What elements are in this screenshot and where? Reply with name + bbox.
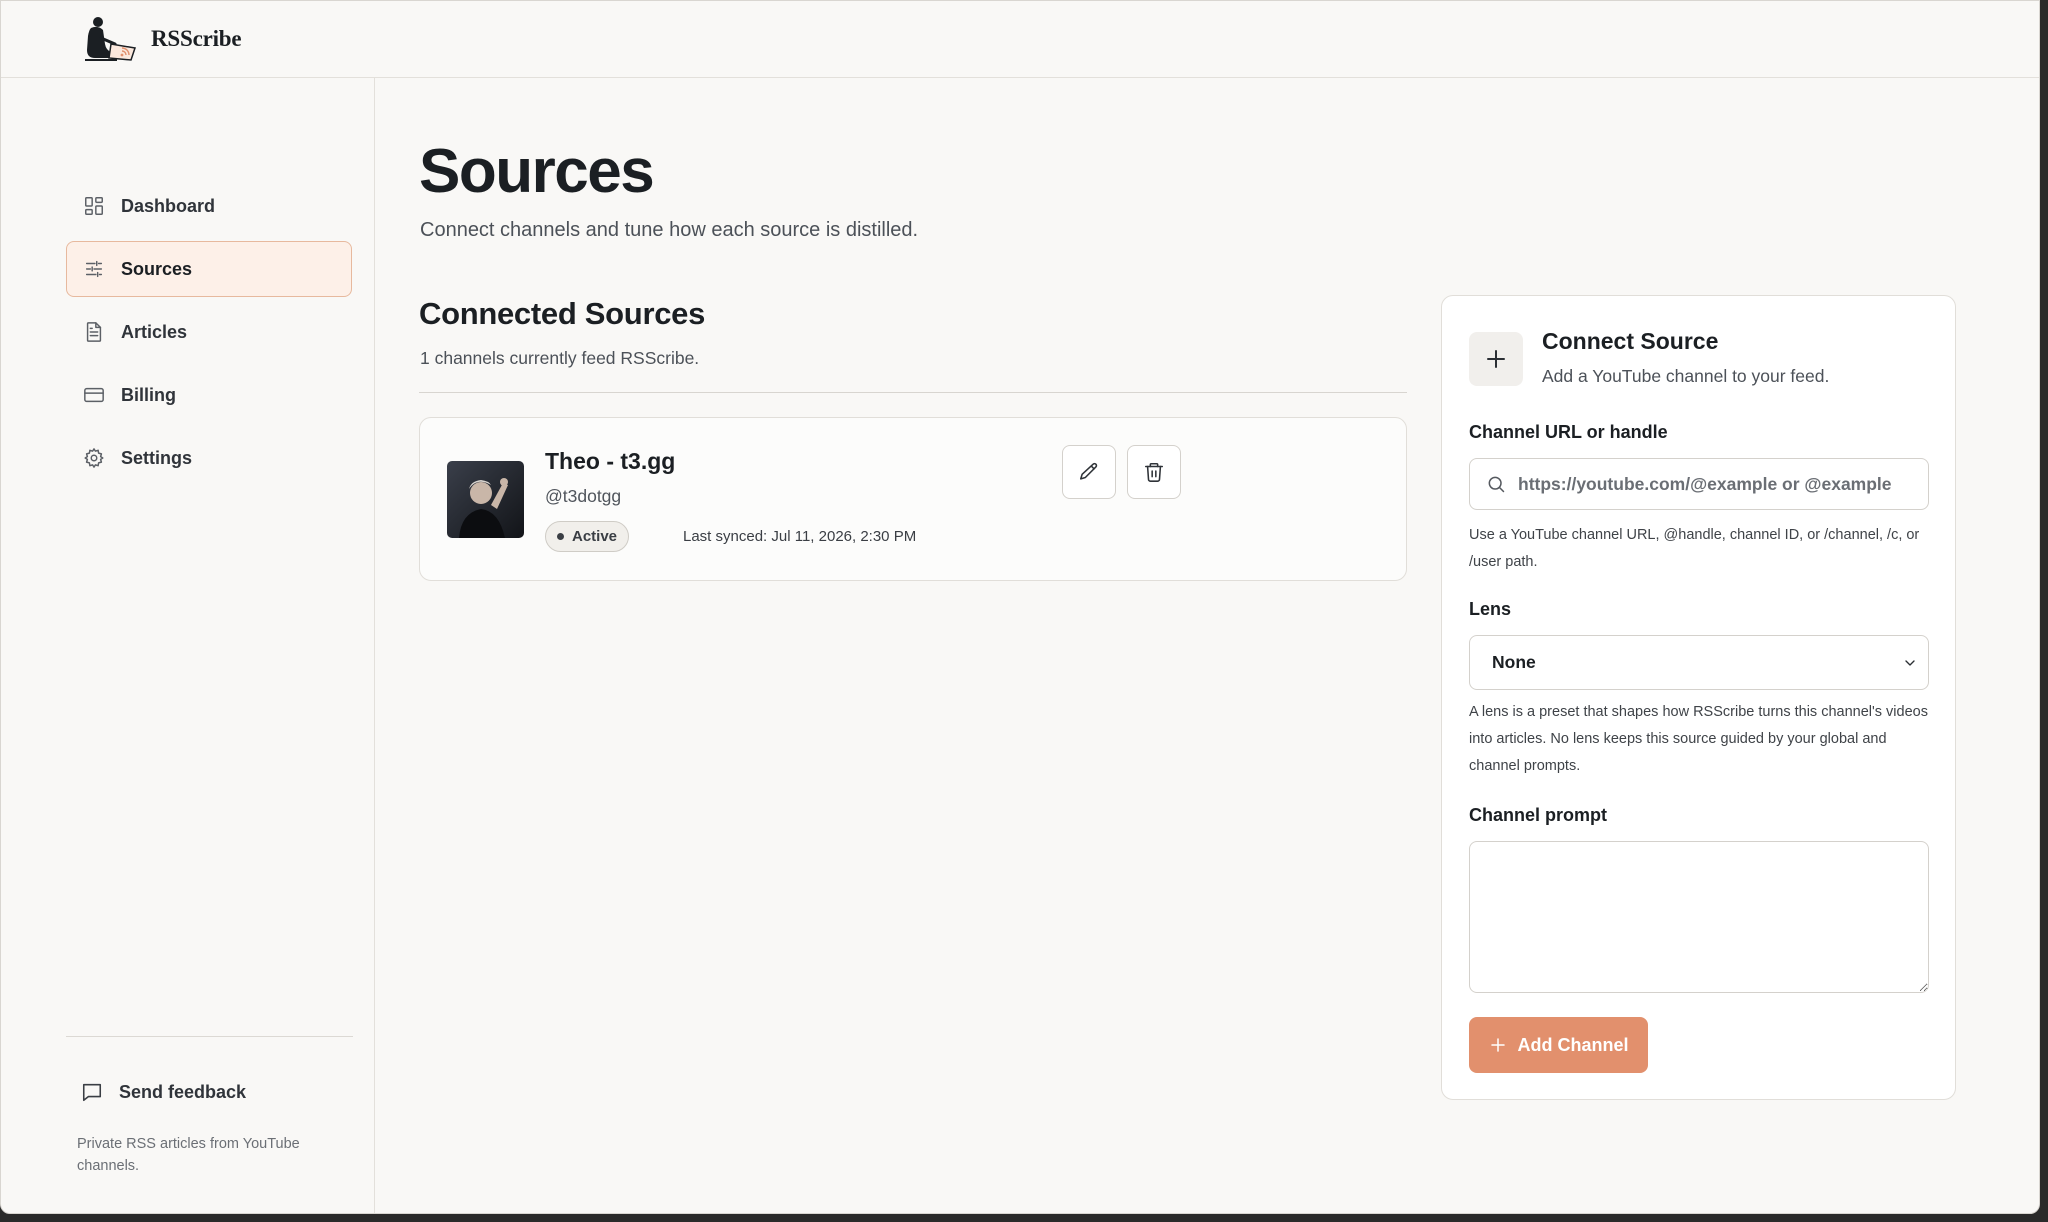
section-divider — [419, 392, 1407, 393]
panel-title: Connect Source — [1542, 328, 1719, 354]
app-window: RSScribe Dashboard Sources Articles Bill… — [0, 0, 2040, 1214]
channel-name[interactable]: Theo - t3.gg — [545, 448, 675, 475]
sidebar-item-dashboard[interactable]: Dashboard — [66, 178, 352, 234]
chevron-down-icon — [1905, 659, 1915, 666]
channel-handle: @t3dotgg — [545, 486, 622, 506]
lens-label: Lens — [1469, 599, 1512, 619]
lens-select[interactable]: None — [1469, 635, 1929, 690]
sidebar-item-articles[interactable]: Articles — [66, 304, 352, 360]
last-synced: Last synced: Jul 11, 2026, 2:30 PM — [683, 528, 917, 545]
sidebar-footer-note: Private RSS articles from YouTube channe… — [77, 1136, 300, 1174]
plus-icon — [1490, 1038, 1505, 1052]
document-icon — [86, 322, 102, 342]
send-feedback-button[interactable]: Send feedback — [81, 1081, 246, 1103]
page-subtitle: Connect channels and tune how each sourc… — [420, 219, 919, 241]
edit-source-button[interactable] — [1062, 445, 1116, 499]
lens-selected-value: None — [1492, 652, 1536, 672]
sidebar-item-label: Articles — [121, 321, 188, 342]
connect-source-panel: Connect Source Add a YouTube channel to … — [1441, 295, 1956, 1100]
sidebar-divider — [66, 1036, 353, 1037]
lens-help: A lens is a preset that shapes how RSScr… — [1469, 704, 1928, 774]
add-channel-button[interactable]: Add Channel — [1469, 1017, 1648, 1073]
sidebar-item-settings[interactable]: Settings — [66, 430, 352, 486]
delete-source-button[interactable] — [1127, 445, 1181, 499]
send-feedback-label: Send feedback — [119, 1081, 247, 1102]
channel-avatar — [447, 461, 524, 538]
panel-subtitle: Add a YouTube channel to your feed. — [1542, 366, 1830, 386]
source-card: Theo - t3.gg @t3dotgg Active Last synced… — [419, 417, 1407, 581]
sidebar-item-billing[interactable]: Billing — [66, 367, 352, 423]
connected-sources-title: Connected Sources — [419, 296, 706, 331]
sidebar-item-sources[interactable]: Sources — [66, 241, 352, 297]
connected-sources-summary: 1 channels currently feed RSScribe. — [420, 348, 700, 368]
add-channel-label: Add Channel — [1517, 1034, 1629, 1055]
main-content: Sources Connect channels and tune how ea… — [376, 78, 2039, 1213]
credit-card-icon — [84, 387, 104, 403]
sidebar-nav: Dashboard Sources Articles Billing Setti… — [66, 178, 352, 493]
sliders-icon — [85, 260, 103, 278]
channel-url-label: Channel URL or handle — [1469, 422, 1668, 442]
sidebar-item-label: Settings — [121, 447, 193, 468]
brand-name: RSScribe — [151, 26, 242, 51]
channel-url-input[interactable] — [1518, 473, 1928, 495]
channel-url-field[interactable] — [1469, 458, 1929, 510]
channel-prompt-label: Channel prompt — [1469, 805, 1607, 825]
sidebar-item-label: Sources — [121, 258, 193, 279]
sidebar-item-label: Dashboard — [121, 195, 216, 216]
trash-icon — [1144, 462, 1164, 482]
gear-icon — [84, 448, 104, 468]
status-dot-icon — [557, 533, 564, 540]
sidebar: Dashboard Sources Articles Billing Setti… — [1, 78, 375, 1213]
top-bar: RSScribe — [1, 1, 2039, 78]
search-icon — [1488, 476, 1505, 493]
channel-url-help: Use a YouTube channel URL, @handle, chan… — [1469, 527, 1920, 570]
dashboard-icon — [85, 197, 103, 215]
pencil-icon — [1079, 462, 1098, 480]
channel-prompt-textarea[interactable] — [1469, 841, 1929, 993]
status-label: Active — [572, 528, 618, 545]
status-badge: Active — [545, 521, 630, 552]
sidebar-item-label: Billing — [121, 384, 176, 405]
scribe-logo-icon[interactable] — [81, 14, 141, 64]
message-square-icon — [82, 1083, 102, 1102]
page-title: Sources — [419, 137, 655, 206]
plus-icon — [1469, 332, 1523, 386]
